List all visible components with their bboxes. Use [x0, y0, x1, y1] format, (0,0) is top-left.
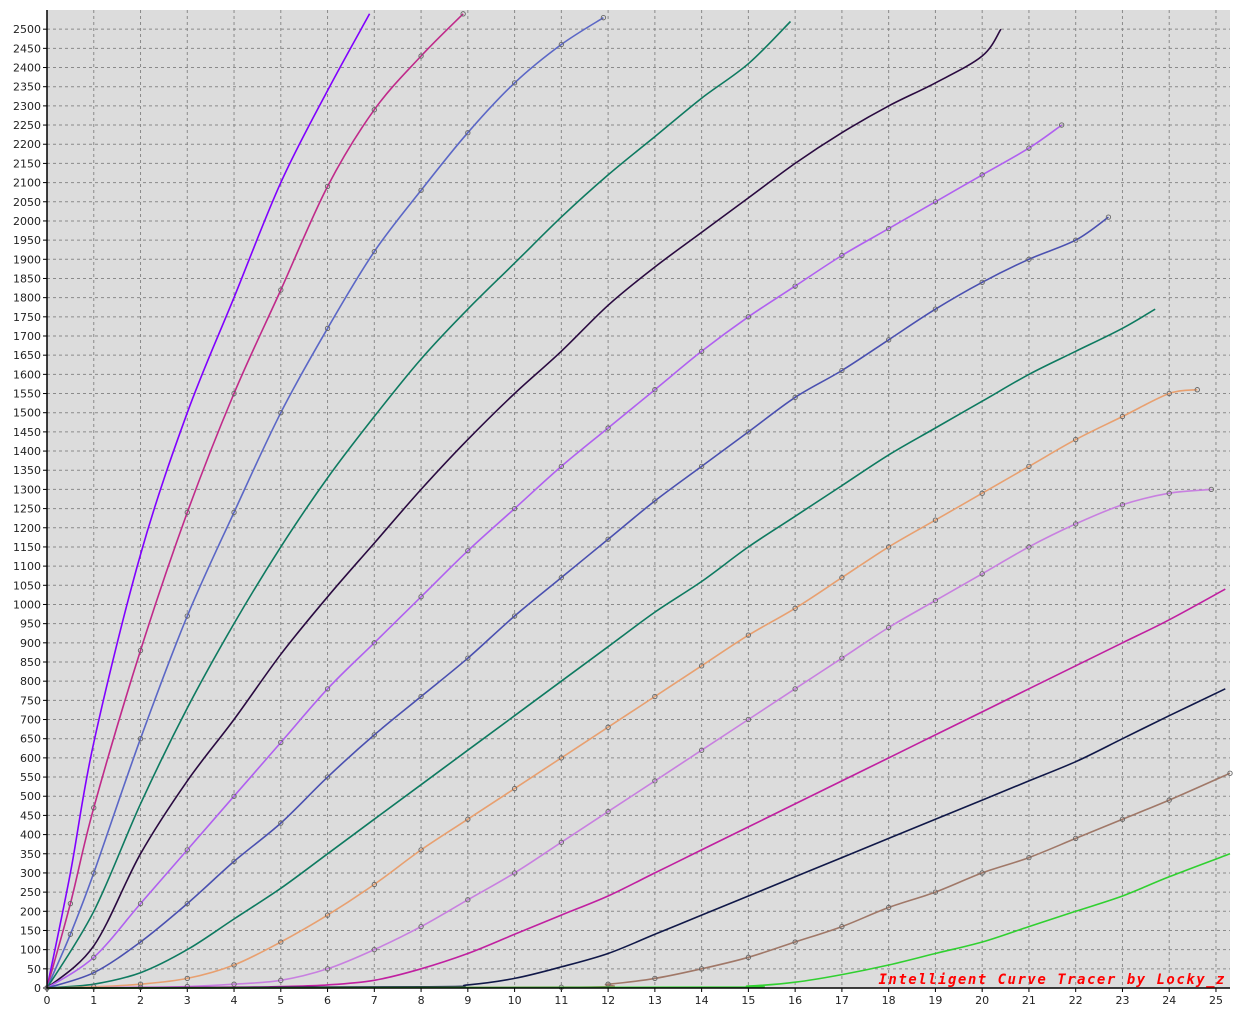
y-tick-label: 2150 [13, 157, 41, 170]
y-tick-label: 300 [20, 867, 41, 880]
y-tick-label: 350 [20, 848, 41, 861]
y-tick-label: 1100 [13, 560, 41, 573]
x-tick-label: 16 [788, 994, 802, 1007]
x-tick-label: 21 [1022, 994, 1036, 1007]
y-tick-label: 200 [20, 905, 41, 918]
y-tick-label: 650 [20, 733, 41, 746]
y-tick-label: 950 [20, 618, 41, 631]
x-tick-label: 10 [508, 994, 522, 1007]
y-tick-label: 50 [27, 963, 41, 976]
y-tick-label: 150 [20, 924, 41, 937]
x-tick-label: 3 [184, 994, 191, 1007]
y-tick-label: 2400 [13, 62, 41, 75]
y-tick-label: 850 [20, 656, 41, 669]
curve-chart: 0501001502002503003504004505005506006507… [13, 10, 1233, 1007]
x-tick-label: 18 [882, 994, 896, 1007]
x-tick-label: 22 [1069, 994, 1083, 1007]
x-tick-label: 24 [1162, 994, 1176, 1007]
y-tick-label: 1300 [13, 483, 41, 496]
y-tick-label: 1550 [13, 388, 41, 401]
y-tick-label: 2200 [13, 138, 41, 151]
y-tick-label: 1500 [13, 407, 41, 420]
x-tick-label: 2 [137, 994, 144, 1007]
y-tick-label: 1250 [13, 503, 41, 516]
y-tick-label: 1350 [13, 464, 41, 477]
chart: 0 50 100 150 200 250 300 350 400 450 500 550 600 650 7… [0, 0, 1243, 1011]
y-tick-label: 1750 [13, 311, 41, 324]
x-tick-label: 14 [695, 994, 709, 1007]
x-tick-label: 1 [90, 994, 97, 1007]
y-axis-ticks: 0 50 100 150 200 250 300 350 400 450 500 550 600 650 7… [13, 23, 47, 995]
y-tick-label: 500 [20, 790, 41, 803]
watermark: Intelligent Curve Tracer by Locky_z [878, 972, 1226, 988]
y-tick-label: 1200 [13, 522, 41, 535]
y-tick-label: 600 [20, 752, 41, 765]
x-tick-label: 19 [928, 994, 942, 1007]
y-tick-label: 1150 [13, 541, 41, 554]
y-tick-label: 700 [20, 714, 41, 727]
y-tick-label: 1450 [13, 426, 41, 439]
y-tick-label: 2350 [13, 81, 41, 94]
y-tick-label: 2100 [13, 177, 41, 190]
x-tick-label: 23 [1115, 994, 1129, 1007]
x-tick-label: 12 [601, 994, 615, 1007]
y-tick-label: 900 [20, 637, 41, 650]
y-tick-label: 0 [34, 982, 41, 995]
y-tick-label: 1400 [13, 445, 41, 458]
x-tick-label: 13 [648, 994, 662, 1007]
x-tick-label: 15 [741, 994, 755, 1007]
y-tick-label: 2450 [13, 42, 41, 55]
y-tick-label: 400 [20, 829, 41, 842]
y-tick-label: 450 [20, 809, 41, 822]
y-tick-label: 1600 [13, 368, 41, 381]
x-tick-label: 9 [464, 994, 471, 1007]
y-tick-label: 250 [20, 886, 41, 899]
y-tick-label: 1650 [13, 349, 41, 362]
y-tick-label: 2300 [13, 100, 41, 113]
x-tick-label: 6 [324, 994, 331, 1007]
x-tick-label: 4 [231, 994, 238, 1007]
x-axis-ticks: 0 1 2 3 4 5 6 7 8 9 10 11 12 13 14 15 16 17 18 19 20 21 22 23 24… [44, 988, 1223, 1007]
y-tick-label: 2250 [13, 119, 41, 132]
x-tick-label: 17 [835, 994, 849, 1007]
y-tick-label: 1000 [13, 598, 41, 611]
y-tick-label: 1900 [13, 253, 41, 266]
x-tick-label: 8 [418, 994, 425, 1007]
y-tick-label: 2050 [13, 196, 41, 209]
y-tick-label: 550 [20, 771, 41, 784]
plot-background [47, 10, 1230, 988]
y-tick-label: 800 [20, 675, 41, 688]
y-tick-label: 1950 [13, 234, 41, 247]
y-tick-label: 750 [20, 694, 41, 707]
x-tick-label: 5 [277, 994, 284, 1007]
x-tick-label: 25 [1209, 994, 1223, 1007]
y-tick-label: 100 [20, 944, 41, 957]
y-tick-label: 1850 [13, 272, 41, 285]
x-tick-label: 7 [371, 994, 378, 1007]
y-tick-label: 1800 [13, 292, 41, 305]
y-tick-label: 1050 [13, 579, 41, 592]
x-tick-label: 20 [975, 994, 989, 1007]
y-tick-label: 1700 [13, 330, 41, 343]
y-tick-label: 2500 [13, 23, 41, 36]
y-tick-label: 2000 [13, 215, 41, 228]
x-tick-label: 11 [554, 994, 568, 1007]
x-tick-label: 0 [44, 994, 51, 1007]
